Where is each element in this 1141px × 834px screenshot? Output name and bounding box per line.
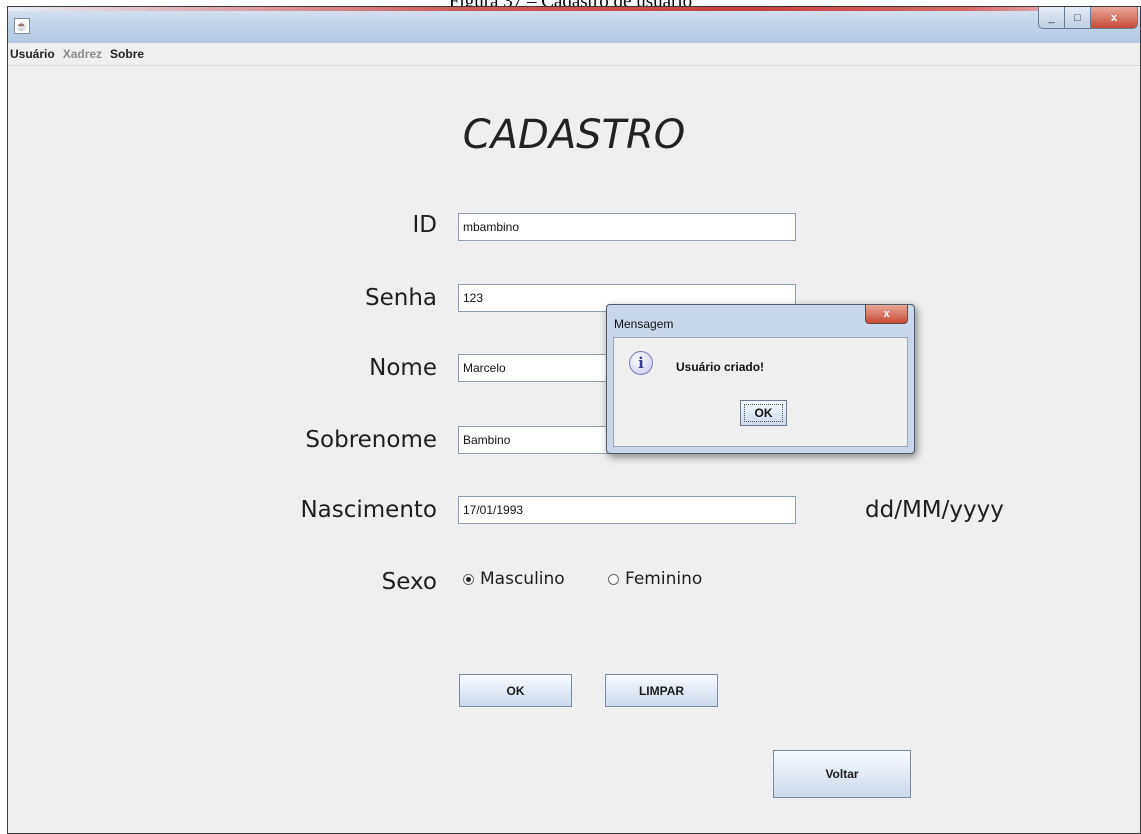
- menu-bar: Usuário Xadrez Sobre: [8, 43, 1140, 66]
- radio-selected-icon: [463, 573, 474, 585]
- app-window: ☕ _ □ x Usuário Xadrez Sobre CADASTRO ID…: [7, 6, 1141, 834]
- date-format-hint: dd/MM/yyyy: [865, 497, 1004, 523]
- minimize-button[interactable]: _: [1038, 7, 1065, 29]
- id-label: ID: [412, 212, 438, 238]
- nascimento-label: Nascimento: [300, 497, 437, 523]
- radio-masculino[interactable]: Masculino: [463, 569, 565, 589]
- radio-feminino-label: Feminino: [625, 569, 703, 589]
- radio-unselected-icon: [608, 573, 619, 585]
- page-title: CADASTRO: [462, 112, 686, 158]
- radio-masculino-label: Masculino: [480, 569, 565, 589]
- java-icon[interactable]: ☕: [14, 18, 30, 34]
- window-controls: _ □ x: [1038, 7, 1138, 29]
- ok-button[interactable]: OK: [459, 674, 572, 707]
- dialog-message: Usuário criado!: [676, 360, 765, 374]
- info-icon: i: [629, 351, 653, 375]
- dialog-title: Mensagem: [614, 317, 674, 331]
- close-button[interactable]: x: [1091, 7, 1138, 29]
- window-titlebar[interactable]: ☕ _ □ x: [8, 7, 1140, 44]
- radio-feminino[interactable]: Feminino: [608, 569, 702, 589]
- limpar-button[interactable]: LIMPAR: [605, 674, 718, 707]
- voltar-button[interactable]: Voltar: [773, 750, 911, 798]
- message-dialog: Mensagem x i Usuário criado! OK: [606, 304, 915, 454]
- sexo-label: Sexo: [381, 569, 437, 595]
- dialog-body: i Usuário criado! OK: [613, 337, 908, 447]
- dialog-ok-button[interactable]: OK: [740, 400, 787, 426]
- maximize-button[interactable]: □: [1065, 7, 1091, 29]
- menu-usuario[interactable]: Usuário: [10, 47, 55, 61]
- senha-label: Senha: [365, 285, 437, 311]
- nascimento-field[interactable]: 17/01/1993: [458, 496, 796, 524]
- id-field[interactable]: mbambino: [458, 213, 796, 241]
- menu-xadrez[interactable]: Xadrez: [63, 47, 102, 61]
- nome-label: Nome: [369, 355, 437, 381]
- dialog-close-button[interactable]: x: [865, 305, 908, 324]
- sobrenome-label: Sobrenome: [305, 427, 437, 453]
- menu-sobre[interactable]: Sobre: [110, 47, 144, 61]
